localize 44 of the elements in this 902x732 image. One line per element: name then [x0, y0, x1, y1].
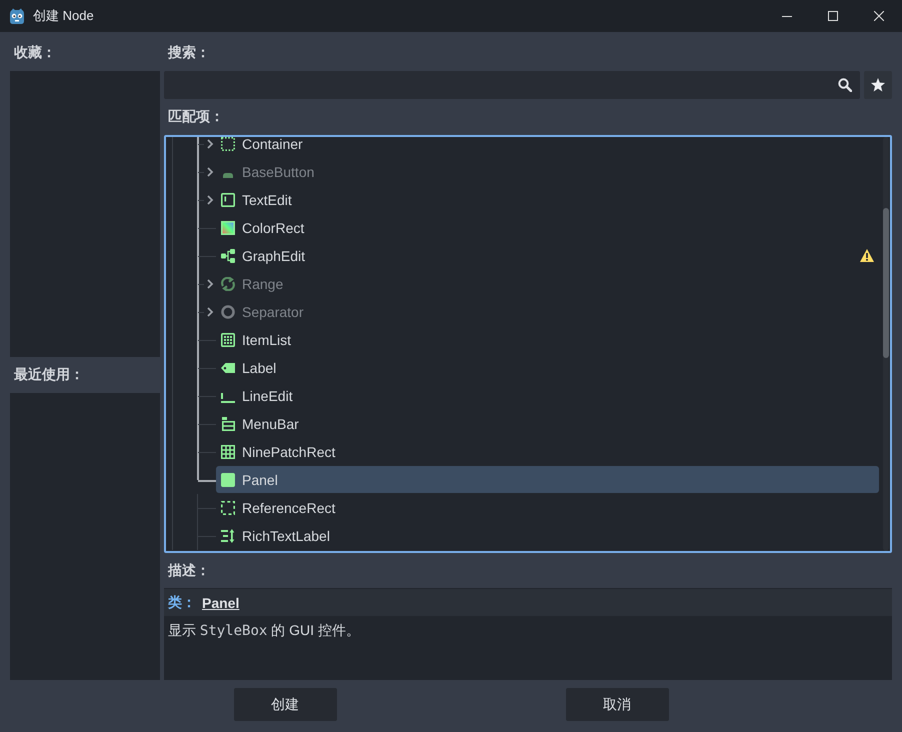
description-label: 描述：: [168, 562, 210, 580]
text-lines-arrow-icon: [221, 528, 235, 542]
tree-item[interactable]: Label: [216, 354, 879, 381]
tree-item[interactable]: NinePatchRect: [216, 438, 879, 465]
grid-list-icon: [221, 332, 235, 346]
class-label: 类：: [168, 594, 196, 612]
tree-item[interactable]: Panel: [216, 466, 879, 493]
robot-head-icon: [9, 8, 25, 24]
dome-icon: [223, 172, 233, 178]
tree-item[interactable]: Container: [216, 137, 879, 157]
star-icon: [871, 78, 885, 92]
search-icon: [838, 78, 852, 92]
tag-icon: [221, 360, 235, 374]
favorites-label: 收藏：: [14, 44, 56, 62]
class-link[interactable]: Panel: [202, 594, 240, 610]
close-icon: [874, 11, 884, 21]
text-box-icon: [221, 192, 235, 206]
tree-item[interactable]: ReferenceRect: [216, 494, 879, 521]
search-field[interactable]: [164, 71, 860, 99]
tree-item[interactable]: RichTextLabel: [216, 522, 879, 549]
matches-label: 匹配项：: [168, 108, 224, 126]
tree-item[interactable]: LineEdit: [216, 382, 879, 409]
description-text: 显示 StyleBox 的 GUI 控件。: [168, 622, 360, 640]
favorite-button[interactable]: [864, 71, 892, 99]
tree-item[interactable]: TextEdit: [216, 186, 879, 213]
grid-icon: [221, 444, 235, 458]
tree-item[interactable]: GraphEdit: [216, 242, 879, 269]
filled-square-icon: [221, 472, 235, 486]
dashed-square-icon: [221, 500, 235, 514]
scrollbar-thumb[interactable]: [883, 208, 889, 358]
tree-item[interactable]: MenuBar: [216, 410, 879, 437]
create-button[interactable]: 创建: [234, 688, 336, 721]
gradient-square-icon: [221, 220, 235, 234]
tree-item[interactable]: ColorRect: [216, 214, 879, 241]
cancel-button[interactable]: 取消: [566, 688, 668, 721]
recent-label: 最近使用：: [14, 366, 84, 384]
menu-bar-icon: [221, 416, 235, 430]
window-title: 创建 Node: [33, 7, 94, 25]
ring-icon: [221, 304, 235, 318]
circular-arrows-icon: [221, 276, 235, 290]
tree-item[interactable]: ItemList: [216, 326, 879, 353]
node-graph-icon: [221, 248, 235, 262]
search-label: 搜索：: [168, 44, 210, 62]
maximize-icon: [828, 11, 838, 21]
